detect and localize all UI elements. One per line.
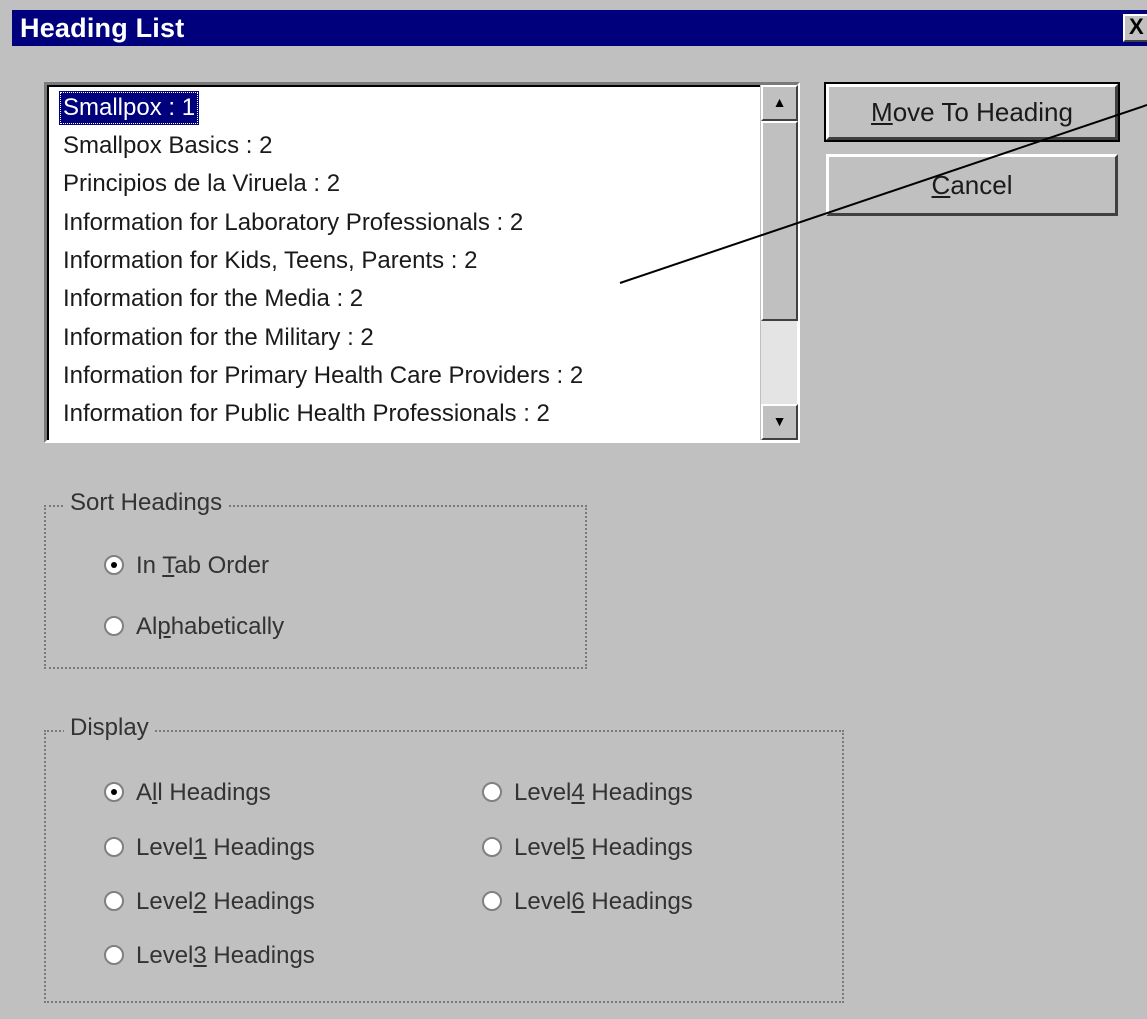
radio-label-accel: 6	[571, 888, 585, 915]
radio-button-checked[interactable]	[104, 781, 124, 802]
radio-button[interactable]	[104, 836, 124, 857]
radio-label-accel: p	[157, 613, 171, 640]
radio-label-post: habetically	[170, 613, 285, 640]
radio-label-accel: 2	[193, 888, 207, 915]
arrow-down-icon: ▼	[772, 413, 787, 429]
close-icon: X	[1129, 14, 1144, 39]
radio-button[interactable]	[104, 944, 124, 965]
scroll-down-button[interactable]: ▼	[761, 404, 798, 440]
radio-label-pre: Level	[514, 888, 572, 915]
radio-level5-headings[interactable]: Level5 Headings	[482, 832, 693, 864]
radio-label-accel: 1	[193, 834, 207, 861]
radio-label-post: Headings	[584, 779, 693, 806]
radio-button-checked[interactable]	[104, 554, 124, 575]
list-item[interactable]: Smallpox Basics : 2	[59, 129, 276, 163]
radio-label-post: Headings	[206, 942, 315, 969]
radio-button[interactable]	[482, 781, 502, 802]
radio-level4-headings[interactable]: Level4 Headings	[482, 777, 693, 809]
heading-listbox[interactable]: Smallpox : 1 Smallpox Basics : 2 Princip…	[44, 82, 800, 443]
radio-label-accel: 4	[571, 779, 585, 806]
list-item[interactable]: Information for the Military : 2	[59, 321, 378, 355]
radio-in-tab-order[interactable]: In Tab Order	[104, 550, 269, 582]
sort-headings-group: Sort Headings In Tab Order Alphabeticall…	[44, 489, 587, 669]
list-item[interactable]: Information for Kids, Teens, Parents : 2	[59, 244, 481, 278]
radio-button[interactable]	[482, 836, 502, 857]
cancel-post: ancel	[950, 170, 1013, 200]
radio-label-pre: Level	[514, 779, 572, 806]
radio-label-accel: 5	[571, 834, 585, 861]
list-item[interactable]: Smallpox : 1	[59, 91, 200, 125]
list-item[interactable]: Information for Primary Health Care Prov…	[59, 359, 587, 393]
radio-label-pre: Al	[136, 613, 158, 640]
radio-button[interactable]	[482, 890, 502, 911]
radio-all-headings[interactable]: All Headings	[104, 777, 271, 809]
radio-label-post: Headings	[584, 834, 693, 861]
radio-label-pre: Level	[514, 834, 572, 861]
radio-button[interactable]	[104, 890, 124, 911]
heading-list-dialog: Heading List X Smallpox : 1 Smallpox Bas…	[0, 0, 1147, 1019]
radio-alphabetically[interactable]: Alphabetically	[104, 611, 284, 643]
cancel-button[interactable]: Cancel	[826, 154, 1118, 216]
sort-headings-label: Sort Headings	[64, 489, 229, 517]
scroll-thumb[interactable]	[761, 121, 798, 321]
title-bar[interactable]: Heading List X	[12, 10, 1147, 46]
radio-label-post: Headings	[206, 888, 315, 915]
move-to-heading-accel: M	[871, 97, 893, 127]
radio-label-pre: Level	[136, 942, 194, 969]
move-to-heading-button[interactable]: Move To Heading	[824, 82, 1120, 142]
window-title: Heading List	[20, 13, 185, 43]
radio-button[interactable]	[104, 615, 124, 636]
list-item[interactable]: Information for Public Health Profession…	[59, 397, 554, 431]
display-group: Display All Headings Level1 Headings Lev…	[44, 714, 844, 1003]
display-label: Display	[64, 714, 155, 742]
radio-label-pre: A	[136, 779, 153, 806]
radio-label-post: Headings	[206, 834, 315, 861]
scroll-up-button[interactable]: ▲	[761, 85, 798, 121]
radio-label-post: l Headings	[157, 779, 271, 806]
radio-label-post: ab Order	[174, 552, 269, 579]
list-item[interactable]: Information for the Media : 2	[59, 282, 367, 316]
radio-label-pre: Level	[136, 888, 194, 915]
radio-level1-headings[interactable]: Level1 Headings	[104, 832, 315, 864]
arrow-up-icon: ▲	[772, 94, 787, 110]
radio-label-accel: 3	[193, 942, 207, 969]
radio-level6-headings[interactable]: Level6 Headings	[482, 886, 693, 918]
radio-label-pre: Level	[136, 834, 194, 861]
heading-list: Smallpox : 1 Smallpox Basics : 2 Princip…	[47, 85, 760, 440]
cancel-accel: C	[931, 170, 951, 200]
radio-label-accel: T	[162, 552, 175, 579]
vertical-scrollbar[interactable]: ▲ ▼	[760, 85, 798, 440]
radio-level3-headings[interactable]: Level3 Headings	[104, 940, 315, 972]
list-item[interactable]: Information for Laboratory Professionals…	[59, 206, 527, 240]
radio-level2-headings[interactable]: Level2 Headings	[104, 886, 315, 918]
radio-label-pre: In	[136, 552, 163, 579]
move-to-heading-post: ove To Heading	[892, 97, 1073, 127]
list-item[interactable]: Principios de la Viruela : 2	[59, 167, 344, 201]
close-button[interactable]: X	[1123, 14, 1147, 42]
radio-label-post: Headings	[584, 888, 693, 915]
